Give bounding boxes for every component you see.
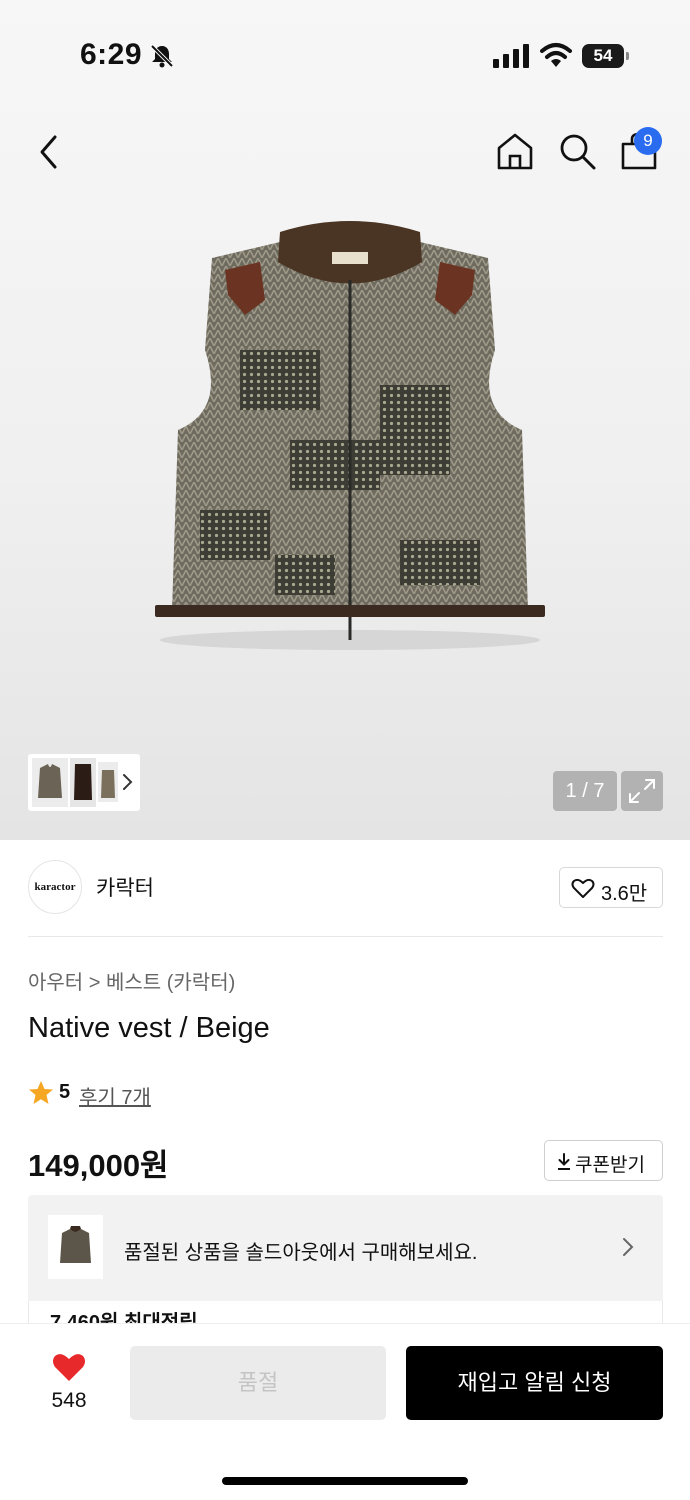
breadcrumb[interactable]: 아우터 > 베스트 (카락터) xyxy=(28,966,235,995)
home-icon[interactable] xyxy=(494,130,536,172)
thumbnail-images[interactable] xyxy=(32,758,118,807)
search-icon[interactable] xyxy=(556,130,598,172)
home-indicator[interactable] xyxy=(222,1477,468,1485)
coupon-label: 쿠폰받기 xyxy=(575,1155,645,1176)
back-arrow-icon[interactable] xyxy=(30,130,70,174)
restock-alert-button[interactable]: 재입고 알림 신청 xyxy=(406,1346,663,1420)
expand-icon xyxy=(629,779,655,803)
rating-value: 5 xyxy=(59,1081,71,1103)
cart-count-badge: 9 xyxy=(634,127,662,155)
brand-like-count: 3.6만 xyxy=(601,883,648,905)
bottom-action-bar: 548 품절 재입고 알림 신청 xyxy=(0,1324,690,1500)
star-icon xyxy=(29,1081,53,1104)
chevron-right-icon xyxy=(623,1238,634,1256)
brand-like-button[interactable]: 3.6만 xyxy=(559,867,663,908)
download-icon xyxy=(558,1153,570,1170)
status-time: 6:29 xyxy=(80,38,143,71)
status-bar: 6:29 54 xyxy=(0,0,690,110)
battery-icon: 54 xyxy=(582,44,630,68)
battery-level: 54 xyxy=(582,44,624,68)
image-page-counter: 1 / 7 xyxy=(553,771,617,811)
chevron-right-icon[interactable] xyxy=(120,772,136,792)
soldout-promo-banner[interactable]: 품절된 상품을 솔드아웃에서 구매해보세요. xyxy=(28,1195,663,1301)
product-image[interactable] xyxy=(150,210,550,660)
coupon-button[interactable]: 쿠폰받기 xyxy=(544,1140,663,1181)
product-price: 149,000원 xyxy=(28,1148,169,1183)
soldout-product-thumbnail xyxy=(48,1215,103,1279)
thumbnail-strip[interactable] xyxy=(28,754,140,811)
soldout-promo-text: 품절된 상품을 솔드아웃에서 구매해보세요. xyxy=(124,1242,478,1264)
cellular-signal-icon xyxy=(493,44,529,68)
wish-count: 548 xyxy=(51,1389,87,1412)
heart-outline-icon xyxy=(571,878,595,898)
brand-logo[interactable]: karactor xyxy=(28,860,82,914)
product-title: Native vest / Beige xyxy=(28,1012,270,1044)
wifi-icon xyxy=(540,43,572,67)
bell-muted-icon xyxy=(150,44,174,68)
expand-button[interactable] xyxy=(621,771,663,811)
heart-filled-icon[interactable] xyxy=(52,1352,86,1382)
divider xyxy=(28,936,663,937)
soldout-button[interactable]: 품절 xyxy=(130,1346,386,1420)
review-count-link[interactable]: 후기 7개 xyxy=(79,1081,151,1110)
brand-name[interactable]: 카락터 xyxy=(96,872,154,902)
